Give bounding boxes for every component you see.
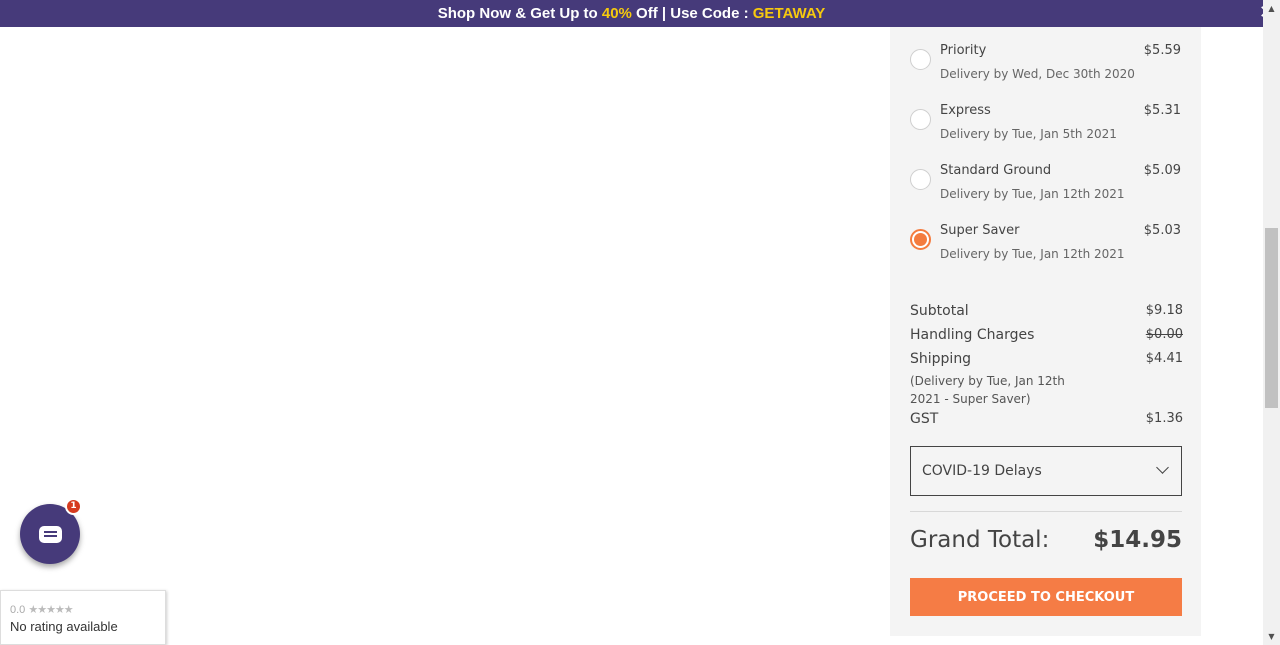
radio-priority[interactable] [910, 49, 931, 70]
shipping-option-name: Super Saver [940, 223, 1020, 238]
grand-total-value: $14.95 [1093, 527, 1182, 553]
promo-code: GETAWAY [752, 5, 826, 22]
grand-total-label: Grand Total: [910, 527, 1050, 553]
radio-super-saver[interactable] [910, 229, 931, 250]
scrollbar-thumb[interactable] [1265, 228, 1278, 408]
shipping-option-price: $5.59 [1143, 43, 1181, 58]
promo-discount: 40% [601, 5, 632, 22]
promo-banner: Shop Now & Get Up to 40% Off | Use Code … [0, 0, 1263, 27]
shipping-option-name: Express [940, 103, 991, 118]
subtotal-value: $9.18 [1145, 303, 1183, 318]
chat-icon [39, 526, 62, 543]
delay-dropdown-value: COVID-19 Delays [922, 463, 1042, 479]
shipping-option-price: $5.09 [1143, 163, 1181, 178]
gst-value: $1.36 [1145, 411, 1183, 426]
rating-text: No rating available [10, 619, 118, 634]
radio-standard-ground[interactable] [910, 169, 931, 190]
star-rating-icon: ★★★★★ [28, 604, 73, 616]
rating-score-line: 0.0 ★★★★★ [10, 603, 74, 616]
handling-value: $0.00 [1145, 327, 1183, 342]
shipping-option-express[interactable]: Express Delivery by Tue, Jan 5th 2021 $5… [910, 103, 1181, 153]
delay-dropdown[interactable]: COVID-19 Delays [910, 446, 1182, 496]
promo-text-1: Shop Now & Get Up to [437, 5, 602, 22]
shipping-option-delivery: Delivery by Tue, Jan 5th 2021 [940, 127, 1117, 141]
shipping-option-delivery: Delivery by Tue, Jan 12th 2021 [940, 187, 1125, 201]
shipping-option-name: Priority [940, 43, 987, 58]
shipping-note: (Delivery by Tue, Jan 12th 2021 - Super … [910, 374, 1065, 406]
shipping-option-price: $5.31 [1143, 103, 1181, 118]
shipping-option-delivery: Delivery by Wed, Dec 30th 2020 [940, 67, 1135, 81]
notification-badge: 1 [65, 498, 82, 515]
handling-row: Handling Charges $0.00 [910, 327, 1183, 343]
gst-label: GST [910, 411, 939, 427]
scroll-down-arrow-icon[interactable]: ▼ [1263, 628, 1280, 645]
rating-widget[interactable]: 0.0 ★★★★★ No rating available [0, 590, 166, 645]
shipping-option-priority[interactable]: Priority Delivery by Wed, Dec 30th 2020 … [910, 43, 1181, 93]
shipping-option-standard-ground[interactable]: Standard Ground Delivery by Tue, Jan 12t… [910, 163, 1181, 213]
scroll-up-arrow-icon[interactable]: ▲ [1263, 0, 1280, 17]
shipping-option-super-saver[interactable]: Super Saver Delivery by Tue, Jan 12th 20… [910, 223, 1181, 273]
radio-express[interactable] [910, 109, 931, 130]
chevron-down-icon [1156, 461, 1169, 474]
shipping-row: Shipping $4.41 [910, 351, 1183, 367]
shipping-option-price: $5.03 [1143, 223, 1181, 238]
shipping-value: $4.41 [1145, 351, 1183, 366]
proceed-to-checkout-button[interactable]: PROCEED TO CHECKOUT [910, 578, 1182, 616]
divider [910, 511, 1182, 512]
handling-label: Handling Charges [910, 327, 1035, 343]
rating-score: 0.0 [10, 604, 26, 616]
grand-total-row: Grand Total: $14.95 [910, 527, 1182, 553]
subtotal-row: Subtotal $9.18 [910, 303, 1183, 319]
shipping-option-name: Standard Ground [940, 163, 1052, 178]
subtotal-label: Subtotal [910, 303, 969, 319]
vertical-scrollbar[interactable]: ▲ ▼ [1263, 0, 1280, 645]
promo-text-2: Off | Use Code : [631, 5, 753, 22]
shipping-option-delivery: Delivery by Tue, Jan 12th 2021 [940, 247, 1125, 261]
shipping-label: Shipping [910, 351, 972, 367]
gst-row: GST $1.36 [910, 411, 1183, 427]
order-summary-panel: Priority Delivery by Wed, Dec 30th 2020 … [890, 27, 1201, 636]
